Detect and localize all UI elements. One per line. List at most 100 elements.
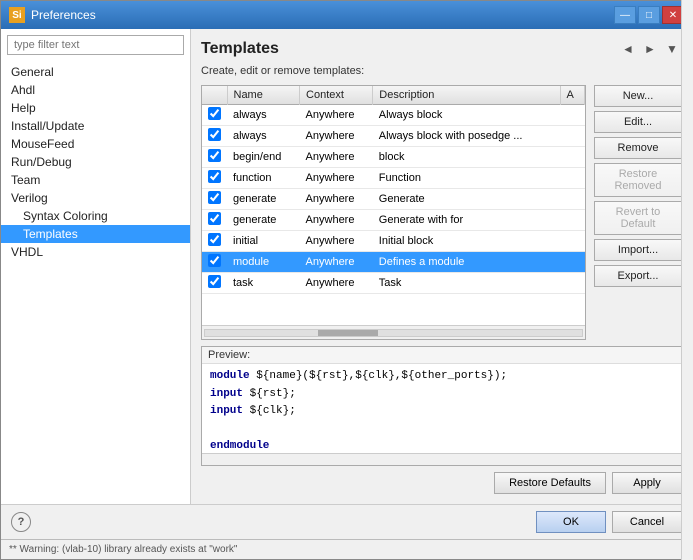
- sidebar: General Ahdl Help Install/Update MouseFe…: [1, 29, 191, 504]
- row-checkbox[interactable]: [208, 107, 221, 120]
- menu-dropdown-button[interactable]: ▼: [662, 39, 682, 59]
- table-row[interactable]: module Anywhere Defines a module: [202, 252, 585, 273]
- row-a: [560, 210, 584, 231]
- row-a: [560, 105, 584, 126]
- back-button[interactable]: ◄: [618, 39, 638, 59]
- row-checkbox[interactable]: [208, 275, 221, 288]
- sidebar-item-vhdl[interactable]: VHDL: [1, 243, 190, 261]
- remove-button[interactable]: Remove: [594, 137, 682, 159]
- panel-title: Templates: [201, 40, 279, 58]
- row-checkbox-cell[interactable]: [202, 168, 227, 189]
- table-row[interactable]: generate Anywhere Generate with for: [202, 210, 585, 231]
- table-horizontal-scrollbar[interactable]: [202, 325, 585, 339]
- sidebar-item-templates[interactable]: Templates: [1, 225, 190, 243]
- cancel-button[interactable]: Cancel: [612, 511, 682, 533]
- new-button[interactable]: New...: [594, 85, 682, 107]
- table-row[interactable]: initial Anywhere Initial block: [202, 231, 585, 252]
- help-icon[interactable]: ?: [11, 512, 31, 532]
- restore-defaults-button[interactable]: Restore Defaults: [494, 472, 606, 494]
- row-checkbox[interactable]: [208, 254, 221, 267]
- row-a: [560, 189, 584, 210]
- table-row[interactable]: generate Anywhere Generate: [202, 189, 585, 210]
- row-checkbox[interactable]: [208, 128, 221, 141]
- row-checkbox-cell[interactable]: [202, 105, 227, 126]
- title-bar-left: Si Preferences: [9, 7, 96, 23]
- row-checkbox[interactable]: [208, 212, 221, 225]
- title-controls: — □ ✕: [614, 6, 684, 24]
- row-checkbox[interactable]: [208, 233, 221, 246]
- table-row[interactable]: function Anywhere Function: [202, 168, 585, 189]
- row-checkbox-cell[interactable]: [202, 147, 227, 168]
- ok-button[interactable]: OK: [536, 511, 606, 533]
- title-bar: Si Preferences — □ ✕: [1, 1, 692, 29]
- side-buttons: New... Edit... Remove Restore Removed Re…: [594, 85, 682, 340]
- row-checkbox-cell[interactable]: [202, 273, 227, 294]
- row-checkbox-cell[interactable]: [202, 126, 227, 147]
- table-row[interactable]: task Anywhere Task: [202, 273, 585, 294]
- apply-button[interactable]: Apply: [612, 472, 682, 494]
- row-a: [560, 168, 584, 189]
- filter-input[interactable]: [7, 35, 184, 55]
- row-a: [560, 126, 584, 147]
- sidebar-item-syntax-coloring[interactable]: Syntax Coloring: [1, 207, 190, 225]
- panel-subtitle: Create, edit or remove templates:: [201, 65, 682, 77]
- row-name: task: [227, 273, 300, 294]
- revert-to-default-button[interactable]: Revert to Default: [594, 201, 682, 235]
- row-context: Anywhere: [300, 210, 373, 231]
- row-checkbox-cell[interactable]: [202, 189, 227, 210]
- table-row[interactable]: always Anywhere Always block: [202, 105, 585, 126]
- tree-container: General Ahdl Help Install/Update MouseFe…: [1, 61, 190, 504]
- row-description: Function: [373, 168, 560, 189]
- table-row[interactable]: always Anywhere Always block with posedg…: [202, 126, 585, 147]
- import-button[interactable]: Import...: [594, 239, 682, 261]
- row-name: generate: [227, 210, 300, 231]
- row-description: Generate with for: [373, 210, 560, 231]
- row-name: always: [227, 126, 300, 147]
- row-a: [560, 252, 584, 273]
- sidebar-item-install-update[interactable]: Install/Update: [1, 117, 190, 135]
- forward-button[interactable]: ►: [640, 39, 660, 59]
- sidebar-item-help[interactable]: Help: [1, 99, 190, 117]
- preview-section: Preview: module ${name}(${rst},${clk},${…: [201, 346, 682, 466]
- maximize-button[interactable]: □: [638, 6, 660, 24]
- sidebar-item-mousefeed[interactable]: MouseFeed: [1, 135, 190, 153]
- col-context: Context: [300, 86, 373, 105]
- row-context: Anywhere: [300, 252, 373, 273]
- row-checkbox-cell[interactable]: [202, 231, 227, 252]
- table-row[interactable]: begin/end Anywhere block: [202, 147, 585, 168]
- row-description: Always block: [373, 105, 560, 126]
- preview-body: module ${name}(${rst},${clk},${other_por…: [202, 364, 681, 453]
- minimize-button[interactable]: —: [614, 6, 636, 24]
- row-checkbox-cell[interactable]: [202, 210, 227, 231]
- table-scroll-area[interactable]: Name Context Description A always Anywhe…: [202, 86, 585, 325]
- sidebar-item-verilog[interactable]: Verilog: [1, 189, 190, 207]
- row-name: function: [227, 168, 300, 189]
- edit-button[interactable]: Edit...: [594, 111, 682, 133]
- h-scroll-track[interactable]: [204, 329, 583, 337]
- preview-horizontal-scrollbar[interactable]: [202, 453, 681, 465]
- content-area: Name Context Description A always Anywhe…: [201, 85, 682, 340]
- row-checkbox[interactable]: [208, 149, 221, 162]
- row-context: Anywhere: [300, 126, 373, 147]
- row-description: Task: [373, 273, 560, 294]
- export-button[interactable]: Export...: [594, 265, 682, 287]
- sidebar-item-ahdl[interactable]: Ahdl: [1, 81, 190, 99]
- row-name: always: [227, 105, 300, 126]
- row-description: Always block with posedge ...: [373, 126, 560, 147]
- preview-label: Preview:: [202, 347, 681, 364]
- row-context: Anywhere: [300, 105, 373, 126]
- row-checkbox[interactable]: [208, 170, 221, 183]
- row-context: Anywhere: [300, 189, 373, 210]
- row-checkbox-cell[interactable]: [202, 252, 227, 273]
- sidebar-item-team[interactable]: Team: [1, 171, 190, 189]
- col-a: A: [560, 86, 584, 105]
- sidebar-item-run-debug[interactable]: Run/Debug: [1, 153, 190, 171]
- sidebar-item-general[interactable]: General: [1, 63, 190, 81]
- panel-bottom-buttons: Restore Defaults Apply: [201, 472, 682, 494]
- h-scroll-thumb[interactable]: [318, 330, 378, 336]
- row-checkbox[interactable]: [208, 191, 221, 204]
- restore-removed-button[interactable]: Restore Removed: [594, 163, 682, 197]
- window-title: Preferences: [31, 8, 96, 22]
- preview-line-1: module ${name}(${rst},${clk},${other_por…: [210, 368, 673, 386]
- row-name: module: [227, 252, 300, 273]
